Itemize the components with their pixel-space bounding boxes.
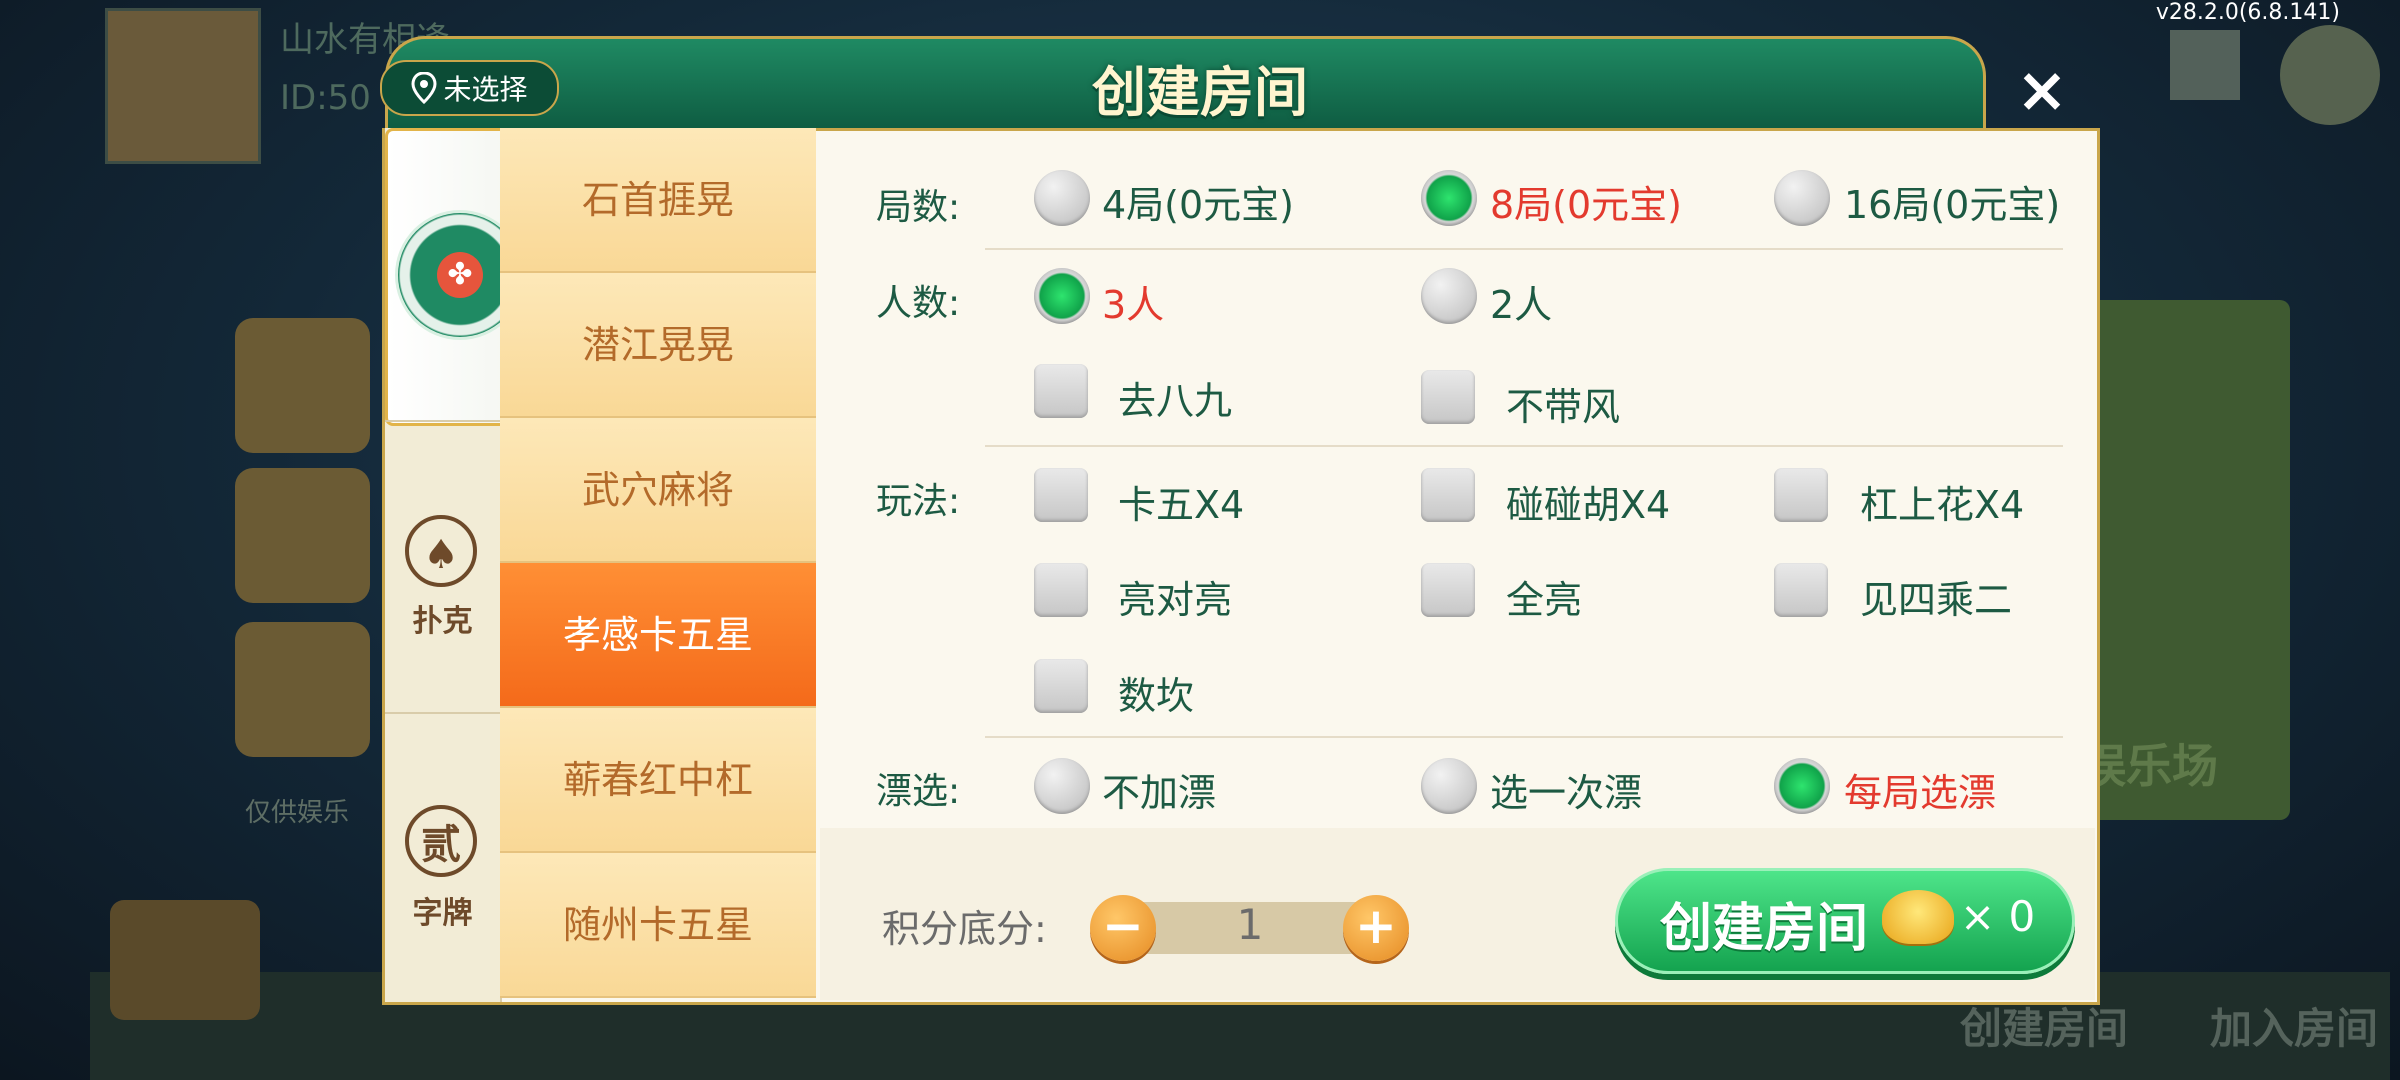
game-item[interactable]: 石首捱晃: [500, 128, 816, 273]
remove-89-label[interactable]: 去八九: [1118, 370, 1232, 425]
players-3-radio[interactable]: [1034, 268, 1090, 324]
liangduiliang-checkbox[interactable]: [1034, 563, 1088, 617]
create-room-cost: × 0: [1960, 892, 2036, 941]
category-zipai-label[interactable]: 字牌: [385, 888, 500, 932]
game-thumb: [235, 468, 370, 603]
players-2-label[interactable]: 2人: [1490, 274, 1552, 329]
players-2-radio[interactable]: [1421, 268, 1477, 324]
entertainment-label: 娱乐场: [2080, 739, 2218, 793]
divider: [385, 712, 500, 714]
no-wind-checkbox[interactable]: [1421, 370, 1475, 424]
version-label: v28.2.0(6.8.141): [2155, 0, 2340, 25]
rounds-4-label[interactable]: 4局(0元宝): [1102, 174, 1294, 229]
float-label: 漂选:: [876, 771, 961, 812]
no-wind-label[interactable]: 不带风: [1506, 376, 1620, 431]
float-none-radio[interactable]: [1034, 758, 1090, 814]
game-item[interactable]: 随州卡五星: [500, 853, 816, 998]
divider: [985, 736, 2063, 738]
location-button[interactable]: 未选择: [380, 60, 559, 116]
plus-button[interactable]: +: [1343, 895, 1409, 961]
game-thumb: [235, 318, 370, 453]
float-once-radio[interactable]: [1421, 758, 1477, 814]
game-thumb: [235, 622, 370, 757]
quanliang-label[interactable]: 全亮: [1506, 569, 1582, 624]
float-none-label[interactable]: 不加漂: [1102, 762, 1216, 817]
score-value: 1: [1236, 900, 1264, 949]
pengpeng-checkbox[interactable]: [1421, 468, 1475, 522]
close-icon[interactable]: ×: [2010, 58, 2074, 122]
disclaimer-text: 仅供娱乐: [245, 798, 350, 828]
category-poker-label[interactable]: 扑克: [385, 596, 500, 640]
pengpeng-label[interactable]: 碰碰胡X4: [1506, 474, 1670, 529]
zipai-icon[interactable]: 贰: [405, 805, 477, 877]
rounds-16-radio[interactable]: [1774, 170, 1830, 226]
shukan-checkbox[interactable]: [1034, 659, 1088, 713]
gangshanghua-label[interactable]: 杠上花X4: [1860, 474, 2024, 529]
players-label: 人数:: [876, 283, 961, 324]
rounds-4-radio[interactable]: [1034, 170, 1090, 226]
shop-cart-icon: [110, 900, 260, 1020]
jiansi-label[interactable]: 见四乘二: [1860, 569, 2012, 624]
mahjong-center-icon: ✤: [437, 252, 483, 298]
gangshanghua-checkbox[interactable]: [1774, 468, 1828, 522]
create-room-label[interactable]: 创建房间: [1660, 886, 1868, 961]
remove-89-checkbox[interactable]: [1034, 364, 1088, 418]
float-once-label[interactable]: 选一次漂: [1490, 762, 1642, 817]
jiansi-checkbox[interactable]: [1774, 563, 1828, 617]
ka5-checkbox[interactable]: [1034, 468, 1088, 522]
gold-ingot-icon: [1882, 890, 1954, 944]
divider: [985, 248, 2063, 250]
rounds-label: 局数:: [876, 187, 961, 228]
divider: [385, 420, 500, 422]
game-item[interactable]: 潜江晃晃: [500, 273, 816, 418]
ka5-label[interactable]: 卡五X4: [1118, 474, 1244, 529]
bottom-join-room: 加入房间: [2210, 1004, 2379, 1053]
liangduiliang-label[interactable]: 亮对亮: [1118, 569, 1232, 624]
rounds-16-label[interactable]: 16局(0元宝): [1844, 174, 2060, 229]
game-item-active[interactable]: 孝感卡五星: [500, 563, 816, 708]
float-each-radio[interactable]: [1774, 758, 1830, 814]
quanliang-checkbox[interactable]: [1421, 563, 1475, 617]
score-label: 积分底分:: [882, 907, 1047, 951]
rules-label: 玩法:: [876, 481, 961, 522]
game-item[interactable]: 武穴麻将: [500, 418, 816, 563]
shukan-label[interactable]: 数坎: [1118, 665, 1194, 720]
game-item[interactable]: 蕲春红中杠: [500, 708, 816, 853]
minus-button[interactable]: −: [1090, 895, 1156, 961]
spade-icon[interactable]: ♠: [405, 515, 477, 587]
rounds-8-radio[interactable]: [1421, 170, 1477, 226]
location-pin-icon: [411, 71, 437, 105]
divider: [985, 445, 2063, 447]
game-list: 石首捱晃 潜江晃晃 武穴麻将 孝感卡五星 蕲春红中杠 随州卡五星: [500, 128, 816, 1002]
players-3-label[interactable]: 3人: [1102, 274, 1164, 329]
float-each-label[interactable]: 每局选漂: [1844, 762, 1996, 817]
location-label: 未选择: [443, 73, 528, 106]
rounds-8-label[interactable]: 8局(0元宝): [1490, 174, 1682, 229]
